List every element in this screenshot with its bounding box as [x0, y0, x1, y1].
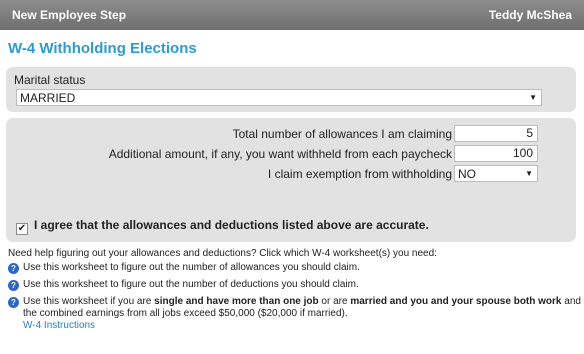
marital-status-select[interactable]: MARRIED ▼ — [16, 89, 542, 106]
withholding-panel: Total number of allowances I am claiming… — [6, 118, 576, 242]
help-intro: Need help figuring out your allowances a… — [8, 248, 437, 259]
worksheet-deductions-text[interactable]: Use this worksheet to figure out the num… — [23, 279, 581, 291]
allowances-label: Total number of allowances I am claiming — [232, 127, 452, 141]
top-bar: New Employee Step Teddy McShea — [0, 0, 584, 30]
additional-amount-input[interactable]: 100 — [454, 145, 538, 162]
question-circle-icon[interactable]: ? — [8, 297, 19, 308]
ws3-bold-single: single and have more than one job — [154, 296, 319, 307]
page-title: W-4 Withholding Elections — [8, 40, 197, 57]
w4-instructions-link[interactable]: W-4 Instructions — [23, 320, 95, 331]
marital-panel: Marital status MARRIED ▼ — [6, 67, 576, 112]
step-title: New Employee Step — [12, 8, 127, 22]
worksheet-two-earners-text[interactable]: Use this worksheet if you are single and… — [23, 296, 581, 332]
exemption-value: NO — [458, 167, 476, 181]
triangle-down-icon: ▼ — [529, 93, 537, 102]
ws3-bold-married: married and you and your spouse both wor… — [350, 296, 562, 307]
checkmark-icon: ✔ — [17, 223, 27, 234]
worksheet-deductions[interactable]: ? Use this worksheet to figure out the n… — [8, 279, 578, 293]
ws3-text-mid: or are — [318, 296, 351, 307]
additional-amount-label: Additional amount, if any, you want with… — [108, 147, 452, 161]
worksheet-allowances[interactable]: ? Use this worksheet to figure out the n… — [8, 262, 578, 276]
marital-status-label: Marital status — [14, 73, 86, 87]
question-circle-icon[interactable]: ? — [8, 280, 19, 291]
marital-status-value: MARRIED — [20, 91, 76, 105]
exemption-select[interactable]: NO ▼ — [454, 165, 538, 182]
agree-checkbox[interactable]: ✔ — [16, 223, 28, 235]
allowances-input[interactable]: 5 — [454, 125, 538, 142]
ws3-text-pre: Use this worksheet if you are — [23, 296, 155, 307]
worksheet-two-earners[interactable]: ? Use this worksheet if you are single a… — [8, 296, 581, 336]
question-circle-icon[interactable]: ? — [8, 263, 19, 274]
worksheet-allowances-text[interactable]: Use this worksheet to figure out the num… — [23, 262, 581, 274]
agree-label: I agree that the allowances and deductio… — [34, 218, 429, 232]
user-name[interactable]: Teddy McShea — [489, 8, 572, 22]
exemption-label: I claim exemption from withholding — [267, 167, 452, 181]
triangle-down-icon: ▼ — [525, 169, 533, 178]
agree-row: ✔ I agree that the allowances and deducti… — [16, 218, 429, 235]
